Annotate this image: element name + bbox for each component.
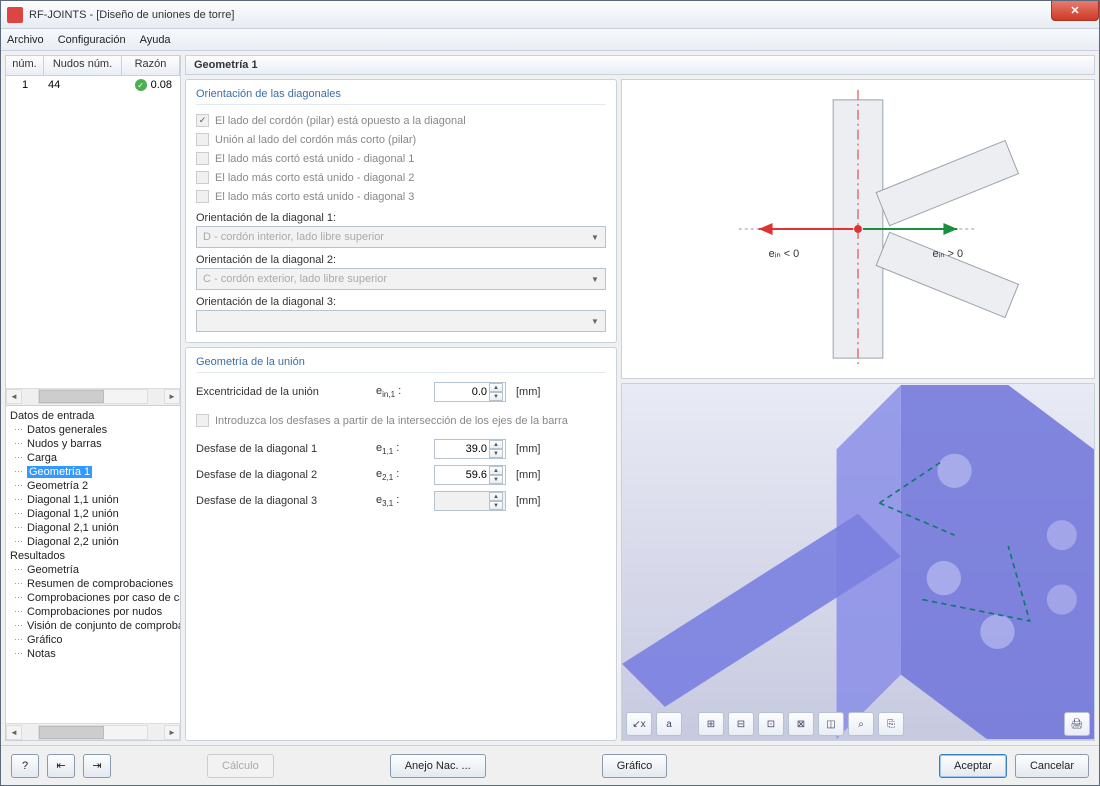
chk-short-side: [196, 133, 209, 146]
check-ok-icon: ✓: [135, 79, 147, 91]
tree-group-input: Datos de entrada: [10, 409, 176, 423]
svg-text:eᵢₙ > 0: eᵢₙ > 0: [933, 248, 964, 260]
diagram-3d[interactable]: ↙x a ⊞ ⊟ ⊡ ⊠ ◫ ⌕ ⎘ 🖨: [621, 383, 1095, 741]
tree-item[interactable]: Geometría: [10, 563, 176, 577]
view-print-btn[interactable]: 🖨: [1064, 712, 1090, 736]
view-copy-btn[interactable]: ⎘: [878, 712, 904, 736]
view-px-btn[interactable]: ⊞: [698, 712, 724, 736]
grid-header: núm. Nudos núm. Razón: [6, 56, 180, 76]
col-header-reason[interactable]: Razón: [122, 56, 180, 75]
svg-text:eᵢₙ < 0: eᵢₙ < 0: [769, 248, 800, 260]
chk-diag1: [196, 152, 209, 165]
footer-bar: ? ⇤ ⇥ Cálculo Anejo Nac. ... Gráfico Ace…: [1, 745, 1099, 785]
menu-config[interactable]: Configuración: [58, 34, 126, 46]
combo-orient-2[interactable]: C - cordón exterior, lado libre superior…: [196, 268, 606, 290]
grid-hscroll[interactable]: ◄ ►: [6, 388, 180, 405]
left-sidebar: núm. Nudos núm. Razón 1 44 ✓ 0.08 ◄: [5, 55, 181, 741]
window-title: RF-JOINTS - [Diseño de uniones de torre]: [29, 9, 234, 21]
ok-button[interactable]: Aceptar: [939, 754, 1007, 778]
chk-diag3: [196, 190, 209, 203]
input-offset-1[interactable]: ▲▼: [434, 439, 506, 459]
diagram-2d: eᵢₙ < 0 eᵢₙ > 0: [621, 79, 1095, 379]
import-button[interactable]: ⇤: [47, 754, 75, 778]
group-diagonal-orientation: Orientación de las diagonales El lado de…: [185, 79, 617, 343]
view-nx-btn[interactable]: ⊟: [728, 712, 754, 736]
tree-item[interactable]: Diagonal 1,2 unión: [10, 507, 176, 521]
menu-help[interactable]: Ayuda: [140, 34, 171, 46]
panel-title: Geometría 1: [185, 55, 1095, 75]
annex-button[interactable]: Anejo Nac. ...: [390, 754, 486, 778]
graphic-button[interactable]: Gráfico: [602, 754, 667, 778]
view-pz-btn[interactable]: ⊠: [788, 712, 814, 736]
col-header-num[interactable]: núm.: [6, 56, 44, 75]
table-row[interactable]: 1 44 ✓ 0.08: [6, 76, 180, 94]
tree-group-results: Resultados: [10, 549, 176, 563]
chk-offsets: [196, 414, 209, 427]
tree-item[interactable]: Datos generales: [10, 423, 176, 437]
view-zoom-btn[interactable]: ⌕: [848, 712, 874, 736]
view-py-btn[interactable]: ⊡: [758, 712, 784, 736]
combo-orient-1[interactable]: D - cordón interior, lado libre superior…: [196, 226, 606, 248]
tree-item[interactable]: Comprobaciones por caso de ca: [10, 591, 176, 605]
view-iso-btn[interactable]: ◫: [818, 712, 844, 736]
tree-item[interactable]: Diagonal 2,2 unión: [10, 535, 176, 549]
menubar: Archivo Configuración Ayuda: [1, 29, 1099, 51]
help-button[interactable]: ?: [11, 754, 39, 778]
export-button[interactable]: ⇥: [83, 754, 111, 778]
app-window: RF-JOINTS - [Diseño de uniones de torre]…: [0, 0, 1100, 786]
titlebar: RF-JOINTS - [Diseño de uniones de torre]…: [1, 1, 1099, 29]
tree-item[interactable]: Resumen de comprobaciones: [10, 577, 176, 591]
menu-file[interactable]: Archivo: [7, 34, 44, 46]
view-toolbar: ↙x a ⊞ ⊟ ⊡ ⊠ ◫ ⌕ ⎘ 🖨: [626, 712, 1090, 736]
view-a-btn[interactable]: a: [656, 712, 682, 736]
tree-item[interactable]: Visión de conjunto de comproba: [10, 619, 176, 633]
input-offset-3: ▲▼: [434, 491, 506, 511]
tree-item[interactable]: Notas: [10, 647, 176, 661]
tree-item[interactable]: Diagonal 2,1 unión: [10, 521, 176, 535]
tree-item[interactable]: Geometría 2: [10, 479, 176, 493]
tree-item[interactable]: Geometría 1: [10, 465, 176, 479]
cancel-button[interactable]: Cancelar: [1015, 754, 1089, 778]
view-x-btn[interactable]: ↙x: [626, 712, 652, 736]
tree-item[interactable]: Gráfico: [10, 633, 176, 647]
input-offset-2[interactable]: ▲▼: [434, 465, 506, 485]
tree-hscroll[interactable]: ◄ ►: [6, 723, 180, 740]
tree-item[interactable]: Nudos y barras: [10, 437, 176, 451]
tree-item[interactable]: Diagonal 1,1 unión: [10, 493, 176, 507]
chk-diag2: [196, 171, 209, 184]
nav-tree: Datos de entrada Datos generalesNudos y …: [6, 405, 180, 724]
calc-button: Cálculo: [207, 754, 274, 778]
group-joint-geometry: Geometría de la unión Excentricidad de l…: [185, 347, 617, 741]
tree-item[interactable]: Comprobaciones por nudos: [10, 605, 176, 619]
app-icon: [7, 7, 23, 23]
close-button[interactable]: ✕: [1051, 1, 1099, 21]
input-eccentricity[interactable]: ▲▼: [434, 382, 506, 402]
col-header-nodes[interactable]: Nudos núm.: [44, 56, 122, 75]
tree-item[interactable]: Carga: [10, 451, 176, 465]
chk-opposite: [196, 114, 209, 127]
combo-orient-3: ▼: [196, 310, 606, 332]
